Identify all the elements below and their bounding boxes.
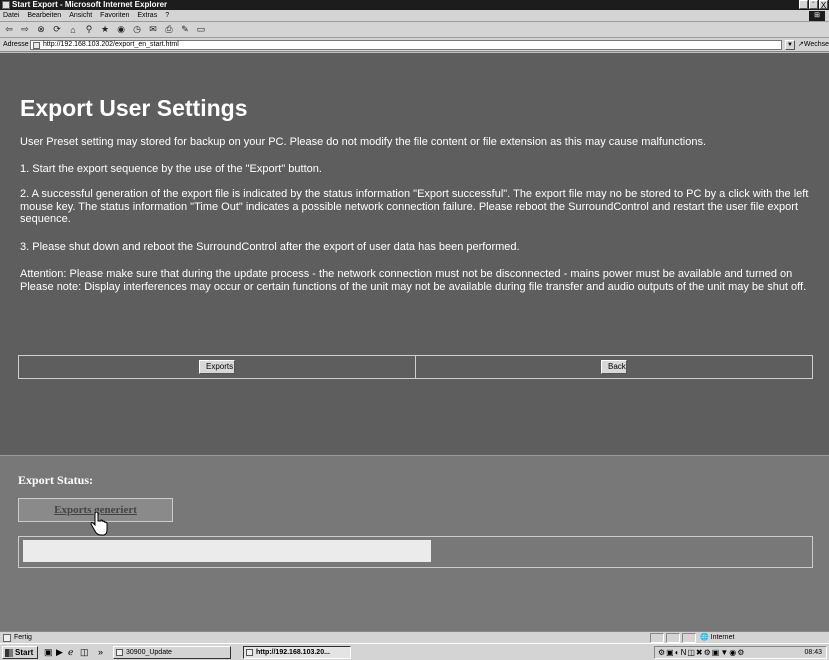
- minimize-button[interactable]: _: [799, 0, 808, 10]
- menu-bar: Datei Bearbeiten Ansicht Favoriten Extra…: [0, 10, 829, 22]
- attention-paragraph: Attention: Please make sure that during …: [20, 268, 807, 293]
- status-panel: [682, 633, 696, 643]
- ie-app-icon: [2, 1, 10, 9]
- windows-logo-icon: [5, 649, 13, 657]
- task-label: http://192.168.103.20...: [256, 649, 330, 656]
- menu-item-bearbeiten[interactable]: Bearbeiten: [27, 10, 61, 21]
- instructions-panel: Export User Settings User Preset setting…: [0, 53, 829, 455]
- close-button[interactable]: X: [819, 0, 828, 10]
- hand-cursor-icon: [90, 512, 108, 536]
- favorites-icon[interactable]: ★: [99, 24, 111, 36]
- back-button[interactable]: Back: [601, 360, 627, 374]
- media-player-icon[interactable]: ▶: [56, 647, 63, 657]
- windows-logo-throbber: ⊞: [809, 11, 825, 21]
- address-dropdown-icon[interactable]: ▼: [785, 40, 795, 50]
- refresh-icon[interactable]: ⟳: [51, 24, 63, 36]
- menu-item-extras[interactable]: Extras: [137, 10, 157, 21]
- quicklaunch-chevron[interactable]: »: [98, 647, 103, 657]
- explorer-icon[interactable]: ◫: [80, 647, 89, 657]
- progress-frame: [18, 536, 813, 568]
- search-icon[interactable]: ⚲: [83, 24, 95, 36]
- step-2-paragraph: 2. A successful generation of the export…: [20, 188, 809, 225]
- history-icon[interactable]: ◷: [131, 24, 143, 36]
- menu-item-ansicht[interactable]: Ansicht: [69, 10, 92, 21]
- desktop-icon[interactable]: ▣: [44, 647, 53, 657]
- export-status-label: Export Status:: [18, 473, 94, 487]
- status-panel: [650, 633, 664, 643]
- globe-icon: 🌐: [700, 634, 709, 641]
- page-icon: [33, 42, 40, 49]
- back-cell: Back: [416, 356, 812, 378]
- taskbar: Start ▣ ▶ ℯ ◫ » 30900_Update http://192.…: [0, 643, 829, 660]
- ie-icon: [246, 649, 253, 656]
- exports-button[interactable]: Exports: [199, 360, 235, 374]
- step-3-paragraph: 3. Please shut down and reboot the Surro…: [20, 241, 520, 253]
- page-content: Export User Settings User Preset setting…: [0, 53, 829, 631]
- page-status-icon: [3, 634, 11, 642]
- address-label: Adresse: [3, 41, 29, 48]
- task-label: 30900_Update: [126, 649, 172, 656]
- menu-item-datei[interactable]: Datei: [3, 10, 19, 21]
- address-url: http://192.168.103.202/export_en_start.h…: [43, 41, 179, 48]
- toolbar: ⇦ ⇨ ⊗ ⟳ ⌂ ⚲ ★ ◉ ◷ ✉ ⎙ ✎ ▭: [0, 22, 829, 38]
- step-1-paragraph: 1. Start the export sequence by the use …: [20, 163, 322, 175]
- discuss-icon[interactable]: ▭: [195, 24, 207, 36]
- address-bar: Adresse http://192.168.103.202/export_en…: [0, 38, 829, 62]
- start-button[interactable]: Start: [2, 646, 38, 659]
- menu-item-help[interactable]: ?: [165, 10, 169, 21]
- window-title-bar: Start Export - Microsoft Internet Explor…: [0, 0, 829, 10]
- export-progress-bar: [23, 540, 431, 562]
- maximize-button[interactable]: ´: [809, 0, 818, 10]
- media-icon[interactable]: ◉: [115, 24, 127, 36]
- page-title: Export User Settings: [20, 95, 248, 121]
- stop-icon[interactable]: ⊗: [35, 24, 47, 36]
- address-input[interactable]: http://192.168.103.202/export_en_start.h…: [30, 40, 782, 50]
- mail-icon[interactable]: ✉: [147, 24, 159, 36]
- print-icon[interactable]: ⎙: [163, 24, 175, 36]
- clock: 08:43: [804, 649, 822, 656]
- folder-icon: [116, 649, 123, 656]
- task-button-folder[interactable]: 30900_Update: [113, 646, 231, 659]
- window-controls: _ ´ X: [799, 0, 828, 10]
- action-button-row: Exports Back: [18, 355, 813, 379]
- intro-paragraph: User Preset setting may stored for backu…: [20, 136, 707, 148]
- menu-item-favoriten[interactable]: Favoriten: [100, 10, 129, 21]
- window-title: Start Export - Microsoft Internet Explor…: [12, 0, 168, 9]
- start-button-label: Start: [15, 648, 34, 657]
- back-arrow-icon[interactable]: ⇦: [3, 24, 15, 36]
- task-button-browser[interactable]: http://192.168.103.20...: [243, 646, 351, 659]
- forward-arrow-icon[interactable]: ⇨: [19, 24, 31, 36]
- system-tray: ⚙▣◐N◫✖⚙▣▼◉⚙ 08:43: [654, 646, 827, 659]
- home-icon[interactable]: ⌂: [67, 24, 79, 36]
- exports-cell: Exports: [19, 356, 416, 378]
- status-bar: Fertig 🌐 Internet: [0, 631, 829, 643]
- tray-icons[interactable]: ⚙▣◐N◫✖⚙▣▼◉⚙: [658, 648, 745, 657]
- status-panel: [666, 633, 680, 643]
- edit-icon[interactable]: ✎: [179, 24, 191, 36]
- browser-icon[interactable]: ℯ: [68, 647, 73, 657]
- export-status-panel: Export Status: Exports generiert: [0, 455, 829, 631]
- security-zone-label: Internet: [710, 634, 735, 641]
